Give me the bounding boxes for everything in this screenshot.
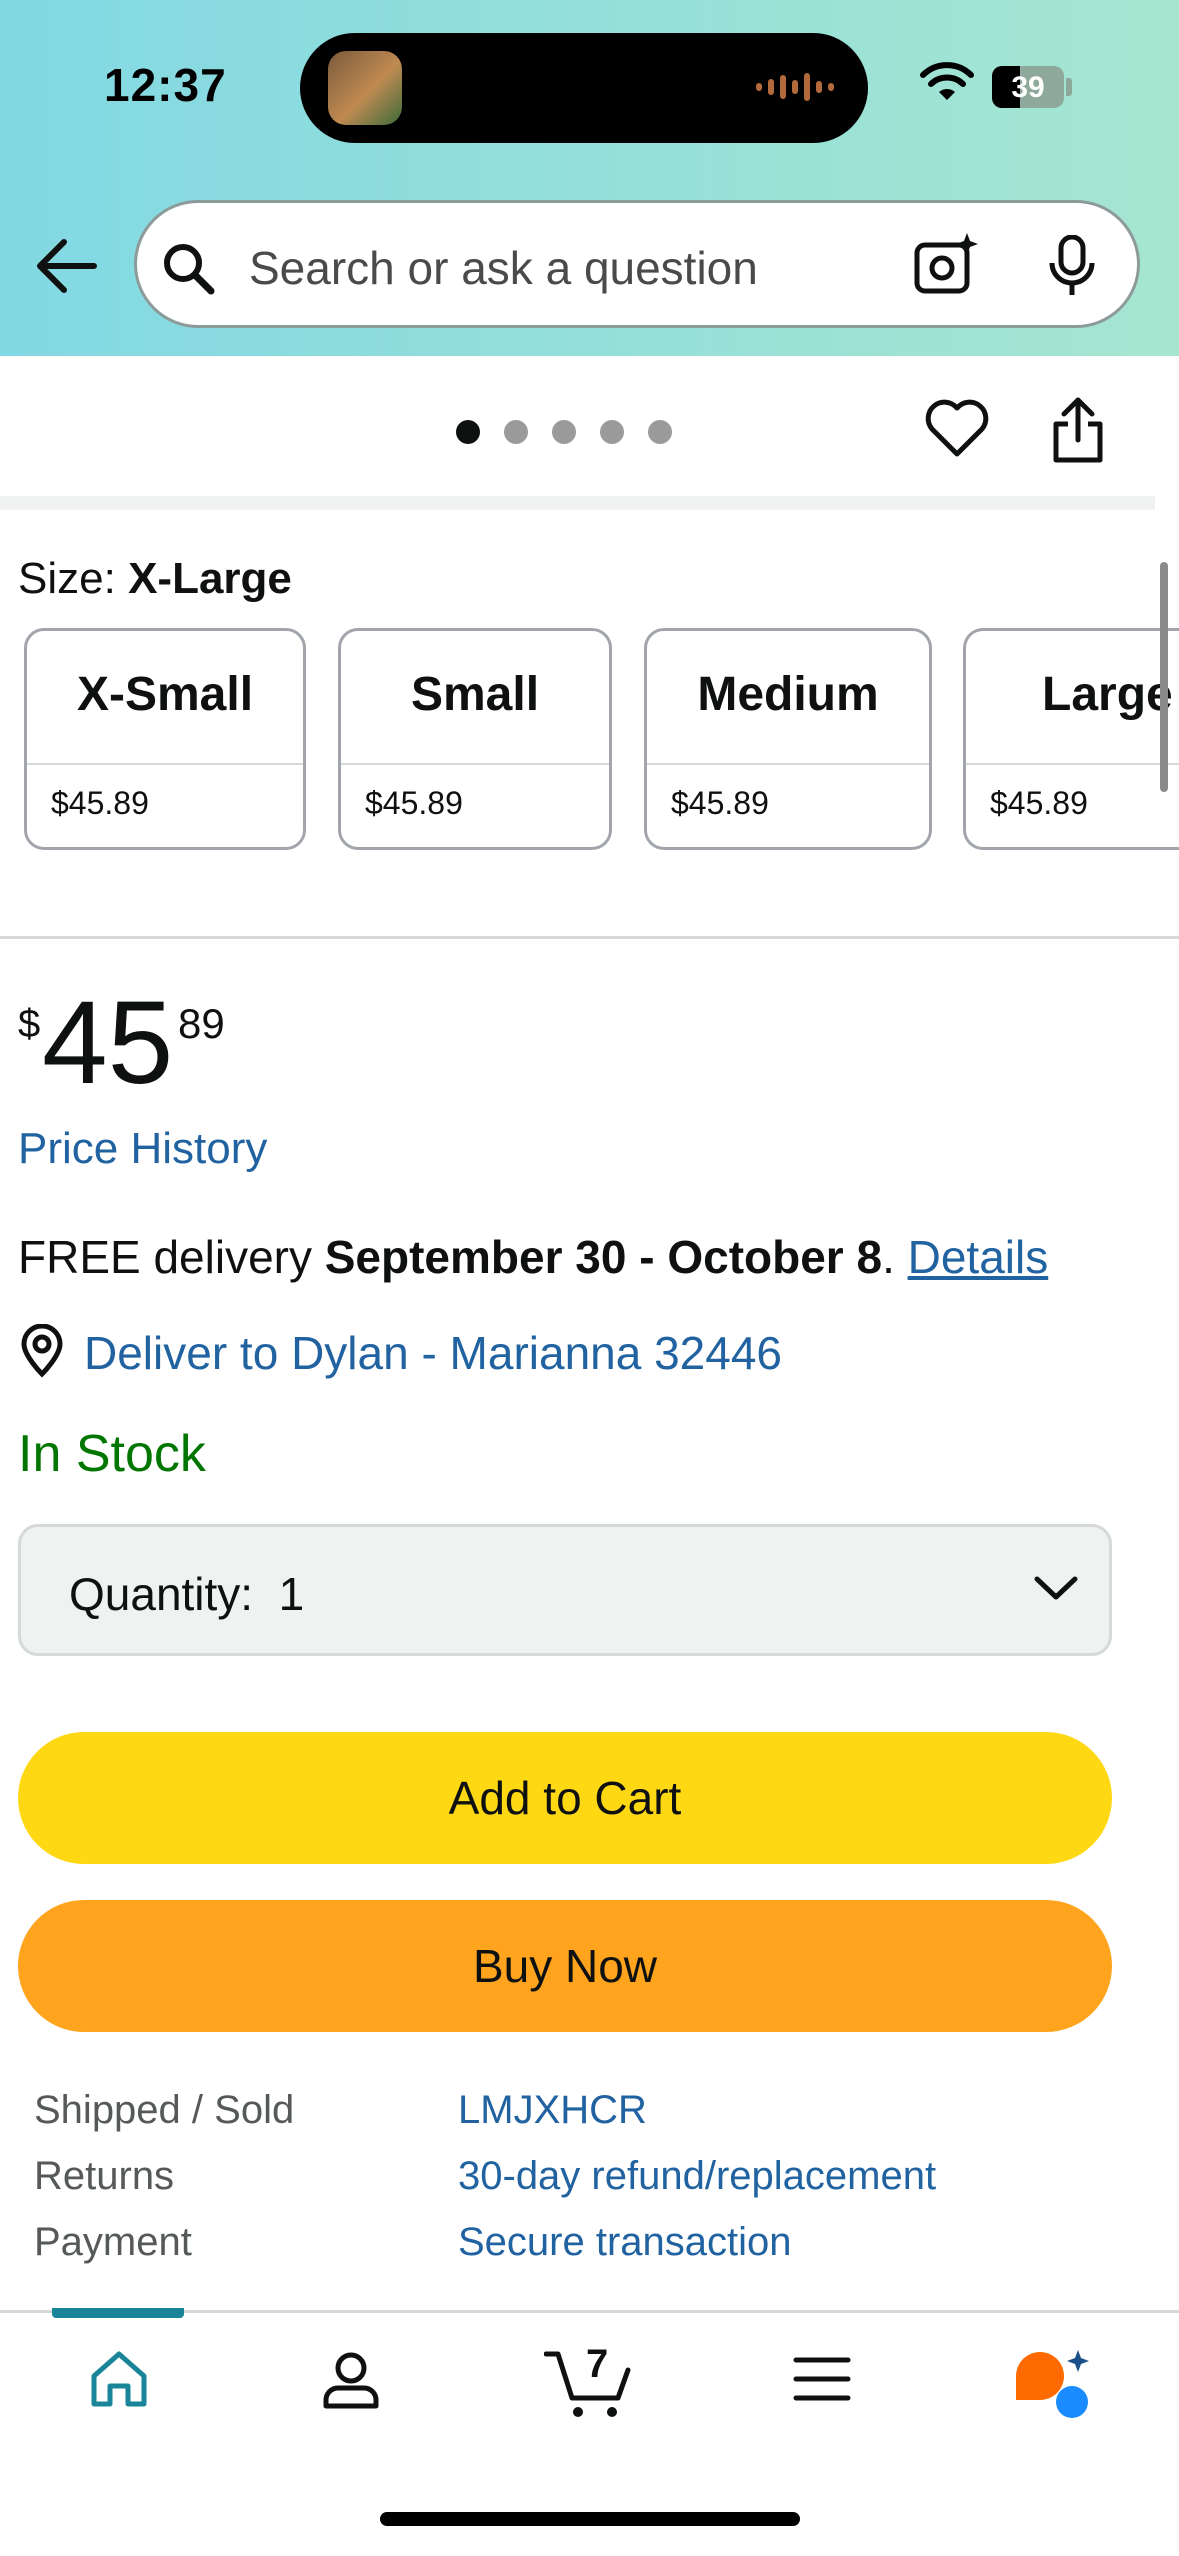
audio-wave-icon [756,73,834,101]
camera-lens-icon[interactable] [913,231,979,297]
payment-label: Payment [34,2220,192,2264]
section-divider [0,936,1179,939]
product-page: 12:37 39 Search or ask a question Size: … [0,0,1179,2556]
delivery-details-link[interactable]: Details [908,1231,1049,1283]
size-option-x-small[interactable]: X-Small $45.89 [24,628,306,850]
heart-icon[interactable] [924,398,990,460]
size-option-large[interactable]: Large $45.89 [963,628,1179,850]
quantity-label-text: Quantity: [69,1568,254,1620]
size-option-medium[interactable]: Medium $45.89 [644,628,932,850]
active-tab-indicator [52,2308,184,2318]
size-label-text: Size: [18,554,116,603]
delivery-prefix: FREE delivery [18,1231,325,1283]
price-fraction: 89 [178,1000,225,1047]
deliver-to-link[interactable]: Deliver to Dylan - Marianna 32446 [84,1326,782,1380]
size-option-divider [966,763,1179,765]
payment-link[interactable]: Secure transaction [458,2220,792,2265]
price-currency: $ [18,1002,41,1046]
home-icon[interactable] [86,2346,152,2412]
carousel-dot[interactable] [504,420,528,444]
delivery-info: FREE delivery September 30 - October 8. … [18,1230,1048,1284]
carousel-dot[interactable] [552,420,576,444]
battery-icon: 39 [992,66,1064,108]
seller-link[interactable]: LMJXHCR [458,2088,647,2133]
quantity-dropdown[interactable]: Quantity: 1 [18,1524,1112,1656]
size-option-name: Medium [697,668,879,721]
size-option-price: $45.89 [990,785,1088,821]
size-label: Size: X-Large [18,554,292,604]
search-input[interactable]: Search or ask a question [249,241,758,295]
battery-level: 39 [1011,71,1045,104]
page-scrollbar[interactable] [1160,562,1168,792]
buy-now-button[interactable]: Buy Now [18,1900,1112,2032]
wifi-icon [920,62,974,100]
stock-status: In Stock [18,1425,206,1483]
carousel-dot[interactable] [456,420,480,444]
search-icon [164,244,215,295]
rufus-assistant-icon[interactable] [1012,2346,1096,2422]
price-history-link[interactable]: Price History [18,1124,267,1174]
size-option-price: $45.89 [671,785,769,821]
cart-count-badge: 7 [586,2342,609,2386]
search-bar[interactable]: Search or ask a question [134,200,1140,328]
battery-nub [1066,78,1072,96]
status-time: 12:37 [104,59,227,111]
now-playing-thumbnail [328,51,402,125]
size-option-divider [27,763,303,765]
size-option-divider [341,763,609,765]
share-icon[interactable] [1048,396,1108,466]
section-divider [0,496,1155,510]
dynamic-island[interactable] [300,33,868,143]
add-to-cart-button[interactable]: Add to Cart [18,1732,1112,1864]
size-option-divider [647,763,929,765]
size-option-price: $45.89 [365,785,463,821]
account-icon[interactable] [318,2346,384,2412]
image-carousel-dots[interactable] [456,420,672,444]
delivery-dates: September 30 - October 8 [324,1231,883,1283]
chevron-down-icon [1034,1576,1078,1600]
size-option-small[interactable]: Small $45.89 [338,628,612,850]
size-option-name: X-Small [76,668,254,721]
location-pin-icon [21,1324,63,1378]
delivery-suffix: . [882,1231,908,1283]
carousel-dot[interactable] [600,420,624,444]
selected-size: X-Large [128,554,292,603]
carousel-dot[interactable] [648,420,672,444]
size-option-price: $45.89 [51,785,149,821]
size-option-name: Small [410,668,540,721]
shipped-sold-label: Shipped / Sold [34,2088,295,2132]
quantity-value: 1 [278,1568,305,1620]
returns-label: Returns [34,2154,175,2198]
back-arrow-icon[interactable] [34,236,98,296]
menu-icon[interactable] [792,2354,852,2404]
price-whole: 45 [42,977,174,1109]
quantity-label: Quantity: 1 [69,1567,304,1621]
home-indicator [380,2512,800,2526]
returns-link[interactable]: 30-day refund/replacement [458,2154,936,2199]
microphone-icon[interactable] [1047,235,1097,297]
size-option-name: Large [1042,668,1173,721]
